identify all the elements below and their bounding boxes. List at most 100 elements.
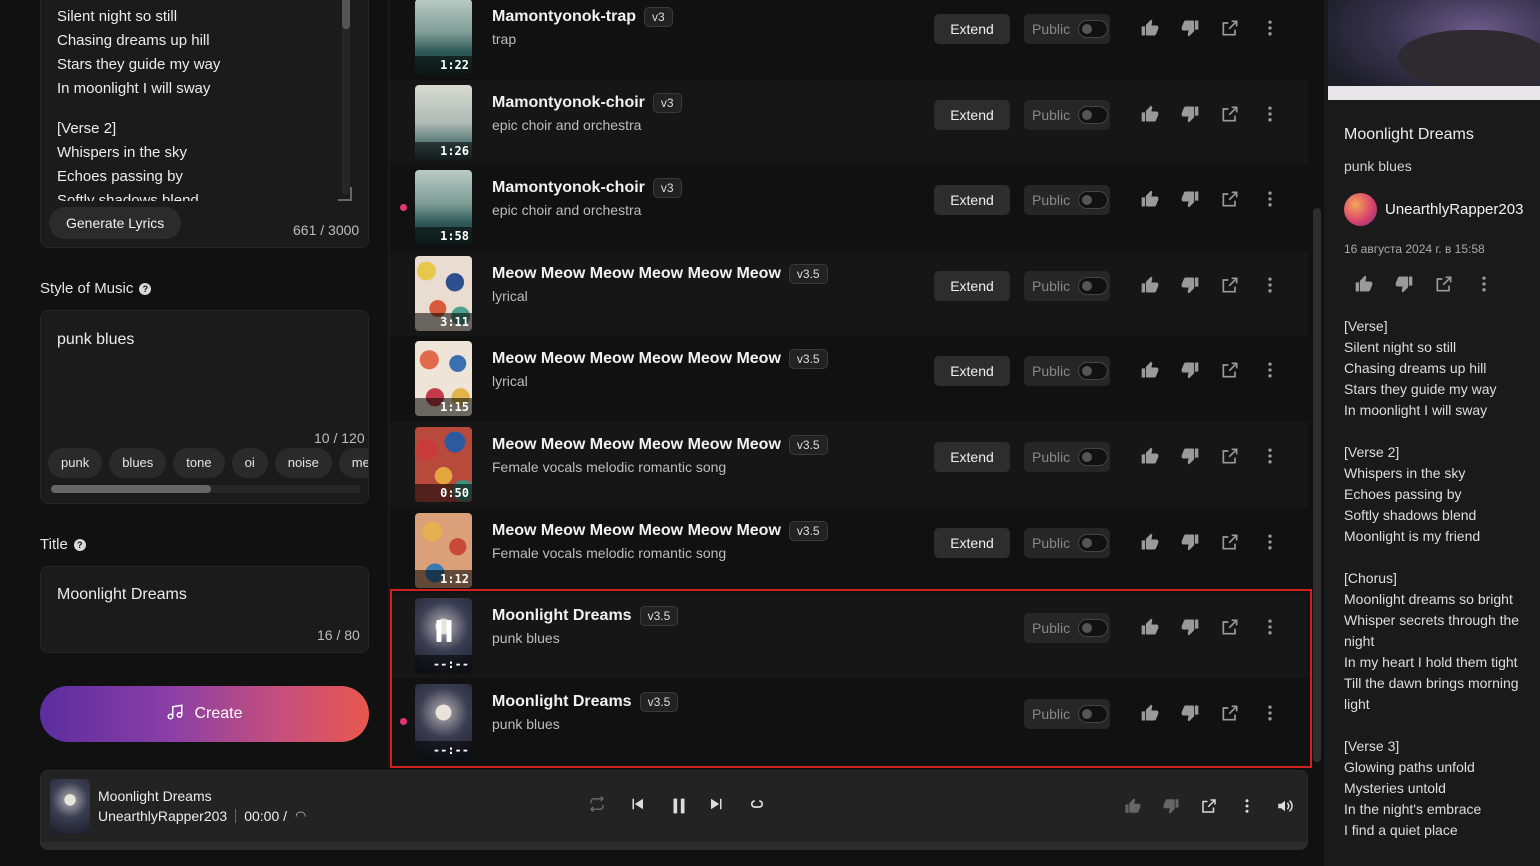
share-icon[interactable]	[1220, 104, 1240, 124]
thumbs-down-icon[interactable]	[1180, 446, 1200, 466]
song-title[interactable]: Moonlight Dreams v3.5	[492, 606, 679, 627]
thumbs-down-icon[interactable]	[1394, 274, 1414, 294]
thumbs-up-icon[interactable]	[1140, 446, 1160, 466]
toggle-switch[interactable]	[1078, 105, 1109, 124]
thumbs-down-icon[interactable]	[1180, 532, 1200, 552]
song-title[interactable]: Meow Meow Meow Meow Meow Meow v3.5	[492, 263, 828, 284]
public-toggle[interactable]: Public	[1024, 14, 1110, 44]
song-row[interactable]: 3:11 Meow Meow Meow Meow Meow Meow v3.5 lyr…	[390, 250, 1308, 336]
style-tag-chip[interactable]: merse	[338, 448, 368, 478]
loop-icon[interactable]	[748, 795, 766, 813]
resize-handle-icon[interactable]	[338, 187, 352, 201]
extend-button[interactable]: Extend	[934, 185, 1010, 216]
detail-user[interactable]: UnearthlyRapper203	[1344, 193, 1523, 226]
toggle-switch[interactable]	[1078, 20, 1109, 38]
song-title-text[interactable]: Moonlight Dreams	[492, 607, 632, 625]
song-cover-art[interactable]: 1:15	[415, 341, 472, 417]
more-options-icon[interactable]	[1260, 532, 1280, 552]
public-toggle[interactable]: Public	[1024, 270, 1110, 301]
song-row[interactable]: --:-- Moonlight Dreams v3.5 punk blues Publi…	[390, 679, 1308, 764]
share-icon[interactable]	[1220, 703, 1240, 723]
thumbs-up-icon[interactable]	[1354, 274, 1374, 294]
song-cover-art[interactable]: 0:50	[415, 427, 472, 502]
song-list-scrollbar[interactable]	[1313, 208, 1321, 762]
style-tag-chip[interactable]: punk	[48, 448, 103, 478]
share-icon[interactable]	[1200, 797, 1218, 815]
share-icon[interactable]	[1220, 532, 1240, 552]
style-tag-chip[interactable]: oi	[231, 448, 268, 478]
song-title-text[interactable]: Meow Meow Meow Meow Meow Meow	[492, 350, 781, 368]
thumbs-up-icon[interactable]	[1140, 189, 1160, 209]
more-options-icon[interactable]	[1238, 797, 1256, 815]
song-title-text[interactable]: Moonlight Dreams	[492, 693, 632, 711]
more-options-icon[interactable]	[1260, 18, 1280, 38]
toggle-switch[interactable]	[1078, 619, 1109, 638]
thumbs-up-icon[interactable]	[1124, 797, 1142, 815]
extend-button[interactable]: Extend	[934, 270, 1010, 301]
volume-icon[interactable]	[1276, 797, 1294, 815]
song-cover-art[interactable]: 3:11	[415, 255, 472, 331]
create-button[interactable]: Create	[40, 686, 369, 742]
song-row[interactable]: 1:58 Mamontyonok-choir v3 epic choir and or…	[390, 165, 1308, 250]
public-toggle[interactable]: Public	[1024, 185, 1110, 216]
song-cover-art[interactable]: 1:12	[415, 512, 472, 588]
extend-button[interactable]: Extend	[934, 527, 1010, 558]
song-title[interactable]: Meow Meow Meow Meow Meow Meow v3.5	[492, 520, 828, 541]
song-title[interactable]: Moonlight Dreams v3.5	[492, 691, 679, 712]
detail-username[interactable]: UnearthlyRapper203	[1385, 201, 1523, 218]
song-cover-art[interactable]: --:--	[415, 683, 472, 759]
thumbs-up-icon[interactable]	[1140, 703, 1160, 723]
style-input-value[interactable]: punk blues	[57, 331, 134, 349]
tag-scroll-thumb[interactable]	[51, 485, 211, 493]
song-row[interactable]: --:-- Moonlight Dreams v3.5 punk blues Publi…	[390, 593, 1308, 679]
lyrics-textarea[interactable]: Silent night so still Chasing dreams up h…	[57, 5, 327, 201]
generate-lyrics-button[interactable]: Generate Lyrics	[49, 207, 182, 239]
toggle-switch[interactable]	[1078, 276, 1109, 295]
next-icon[interactable]	[708, 795, 726, 813]
pause-icon[interactable]	[668, 795, 686, 814]
toggle-switch[interactable]	[1078, 448, 1109, 466]
song-title-text[interactable]: Meow Meow Meow Meow Meow Meow	[492, 265, 781, 283]
help-icon[interactable]: ?	[139, 282, 152, 295]
toggle-switch[interactable]	[1078, 533, 1109, 552]
song-title[interactable]: Meow Meow Meow Meow Meow Meow v3.5	[492, 435, 828, 455]
toggle-switch[interactable]	[1078, 704, 1109, 723]
more-options-icon[interactable]	[1260, 189, 1280, 209]
previous-icon[interactable]	[628, 795, 646, 813]
more-options-icon[interactable]	[1260, 703, 1280, 723]
extend-button[interactable]: Extend	[934, 356, 1010, 387]
title-input[interactable]: Moonlight Dreams 16 / 80	[40, 566, 369, 653]
song-title-text[interactable]: Mamontyonok-trap	[492, 8, 636, 26]
thumbs-up-icon[interactable]	[1140, 104, 1160, 124]
title-input-value[interactable]: Moonlight Dreams	[57, 586, 187, 604]
song-title[interactable]: Mamontyonok-choir v3	[492, 92, 682, 113]
thumbs-down-icon[interactable]	[1180, 703, 1200, 723]
player-cover-art[interactable]	[50, 779, 90, 834]
song-title[interactable]: Meow Meow Meow Meow Meow Meow v3.5	[492, 349, 828, 370]
song-title[interactable]: Mamontyonok-choir v3	[492, 178, 682, 199]
style-input[interactable]: punk blues 10 / 120 punk blues tone oi noise…	[40, 310, 369, 504]
thumbs-up-icon[interactable]	[1140, 617, 1160, 637]
help-icon[interactable]: ?	[73, 538, 86, 551]
more-options-icon[interactable]	[1260, 446, 1280, 466]
share-icon[interactable]	[1220, 360, 1240, 380]
repeat-icon[interactable]	[588, 795, 606, 813]
player-user[interactable]: UnearthlyRapper203	[98, 808, 227, 824]
share-icon[interactable]	[1220, 189, 1240, 209]
song-title-text[interactable]: Mamontyonok-choir	[492, 94, 645, 112]
song-title[interactable]: Mamontyonok-trap v3	[492, 7, 673, 27]
more-options-icon[interactable]	[1260, 360, 1280, 380]
avatar[interactable]	[1344, 193, 1377, 226]
song-cover-art[interactable]: 1:58	[415, 170, 472, 246]
thumbs-down-icon[interactable]	[1180, 617, 1200, 637]
more-options-icon[interactable]	[1474, 274, 1494, 294]
lyrics-scrollbar[interactable]	[342, 0, 350, 195]
style-tag-chip[interactable]: noise	[274, 448, 332, 478]
song-cover-art[interactable]: 1:22	[415, 0, 472, 74]
toggle-switch[interactable]	[1078, 191, 1109, 210]
more-options-icon[interactable]	[1260, 104, 1280, 124]
pause-overlay-icon[interactable]	[436, 620, 451, 643]
share-icon[interactable]	[1220, 446, 1240, 466]
public-toggle[interactable]: Public	[1024, 698, 1110, 729]
song-cover-art[interactable]: --:--	[415, 598, 472, 674]
